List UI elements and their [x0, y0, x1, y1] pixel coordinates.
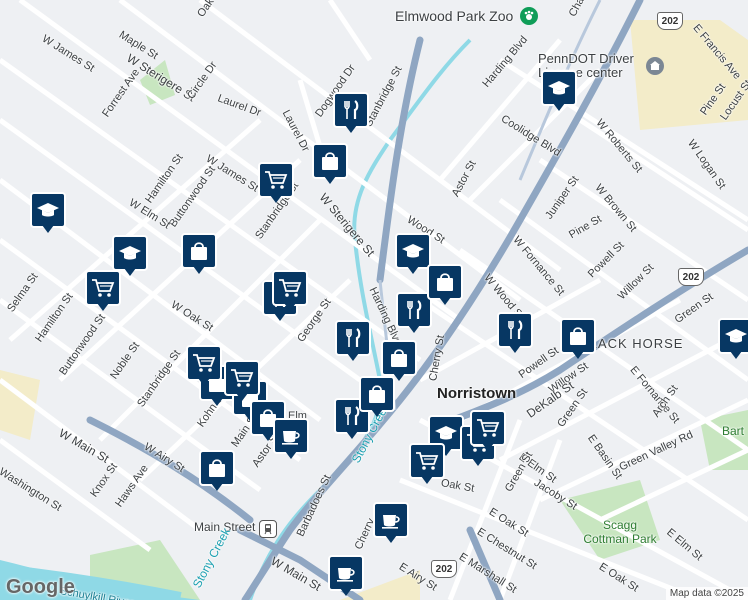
pin-tail [345, 125, 357, 133]
map-pin-school[interactable] [30, 192, 66, 234]
map-pin-grocery[interactable] [409, 443, 445, 485]
restaurant-icon [333, 92, 369, 128]
map-pin-cafe[interactable] [273, 418, 309, 460]
pin-tail [340, 588, 352, 596]
pin-tail [285, 451, 297, 459]
map-canvas[interactable]: 202 202 202 Elmwood Park Zoo PennDOT Dri… [0, 0, 748, 600]
pin-tail [421, 476, 433, 484]
map-pin-restaurant[interactable] [497, 312, 533, 354]
map-pin-restaurant[interactable] [333, 92, 369, 134]
shopping-bag-icon [359, 376, 395, 412]
map-pin-grocery[interactable] [470, 410, 506, 452]
map-pin-shopping[interactable] [427, 264, 463, 306]
town-label: Norristown [437, 385, 517, 402]
pin-tail [124, 268, 136, 276]
pin-tail [439, 297, 451, 305]
zoo-icon[interactable] [520, 7, 538, 25]
pin-tail [472, 458, 484, 466]
route-202-shield: 202 [431, 560, 457, 578]
map-pin-cafe[interactable] [328, 555, 364, 597]
pin-tail [346, 431, 358, 439]
park-label-2: Bart [722, 424, 745, 438]
pin-tail [509, 345, 521, 353]
shopping-bag-icon [427, 264, 463, 300]
map-pin-shopping[interactable] [560, 318, 596, 360]
zoo-label[interactable]: Elmwood Park Zoo [395, 8, 513, 24]
pin-tail [274, 313, 286, 321]
grocery-cart-icon [85, 270, 121, 306]
grocery-cart-icon [186, 345, 222, 381]
pin-tail [371, 409, 383, 417]
pin-tail [42, 225, 54, 233]
route-202-shield: 202 [657, 12, 683, 30]
map-pin-grocery[interactable] [224, 360, 260, 402]
restaurant-icon [335, 320, 371, 356]
pin-tail [284, 303, 296, 311]
park-label[interactable]: Scagg Cottman Park [580, 518, 660, 546]
pin-tail [211, 398, 223, 406]
train-station-icon[interactable] [259, 520, 277, 538]
cafe-icon [373, 502, 409, 538]
shopping-bag-icon [312, 143, 348, 179]
school-icon [112, 235, 148, 271]
school-icon [395, 233, 431, 269]
pin-tail [408, 325, 420, 333]
pin-tail [553, 103, 565, 111]
map-attribution[interactable]: Map data ©2025 [665, 587, 748, 600]
map-pin-grocery[interactable] [186, 345, 222, 387]
map-pin-cafe[interactable] [373, 502, 409, 544]
google-logo: Google [6, 576, 75, 598]
school-icon [718, 318, 748, 354]
shopping-bag-icon [181, 233, 217, 269]
pin-tail [236, 393, 248, 401]
pin-tail [270, 195, 282, 203]
pin-tail [407, 266, 419, 274]
grocery-cart-icon [224, 360, 260, 396]
pin-tail [385, 535, 397, 543]
pin-tail [482, 443, 494, 451]
pin-tail [193, 266, 205, 274]
map-pin-shopping[interactable] [181, 233, 217, 275]
map-pin-shopping[interactable] [199, 450, 235, 492]
map-pin-grocery[interactable] [258, 162, 294, 204]
pin-tail [730, 351, 742, 359]
grocery-cart-icon [258, 162, 294, 198]
map-pin-shopping[interactable] [312, 143, 348, 185]
school-icon [30, 192, 66, 228]
shopping-bag-icon [560, 318, 596, 354]
map-pin-shopping[interactable] [359, 376, 395, 418]
route-202-shield: 202 [678, 268, 704, 286]
pin-tail [198, 378, 210, 386]
pin-tail [97, 303, 109, 311]
cafe-icon [273, 418, 309, 454]
grocery-cart-icon [272, 270, 308, 306]
pin-tail [324, 176, 336, 184]
map-pin-school[interactable] [395, 233, 431, 275]
cafe-icon [328, 555, 364, 591]
pin-tail [211, 483, 223, 491]
government-building-icon[interactable] [646, 57, 664, 75]
pin-tail [347, 353, 359, 361]
map-pin-school[interactable] [541, 70, 577, 112]
shopping-bag-icon [199, 450, 235, 486]
shopping-bag-icon [381, 340, 417, 376]
map-pin-grocery[interactable] [272, 270, 308, 312]
map-pin-grocery[interactable] [85, 270, 121, 312]
restaurant-icon [497, 312, 533, 348]
grocery-cart-icon [470, 410, 506, 446]
school-icon [541, 70, 577, 106]
map-pin-restaurant[interactable] [335, 320, 371, 362]
pin-tail [572, 351, 584, 359]
map-pin-school[interactable] [718, 318, 748, 360]
grocery-cart-icon [409, 443, 445, 479]
